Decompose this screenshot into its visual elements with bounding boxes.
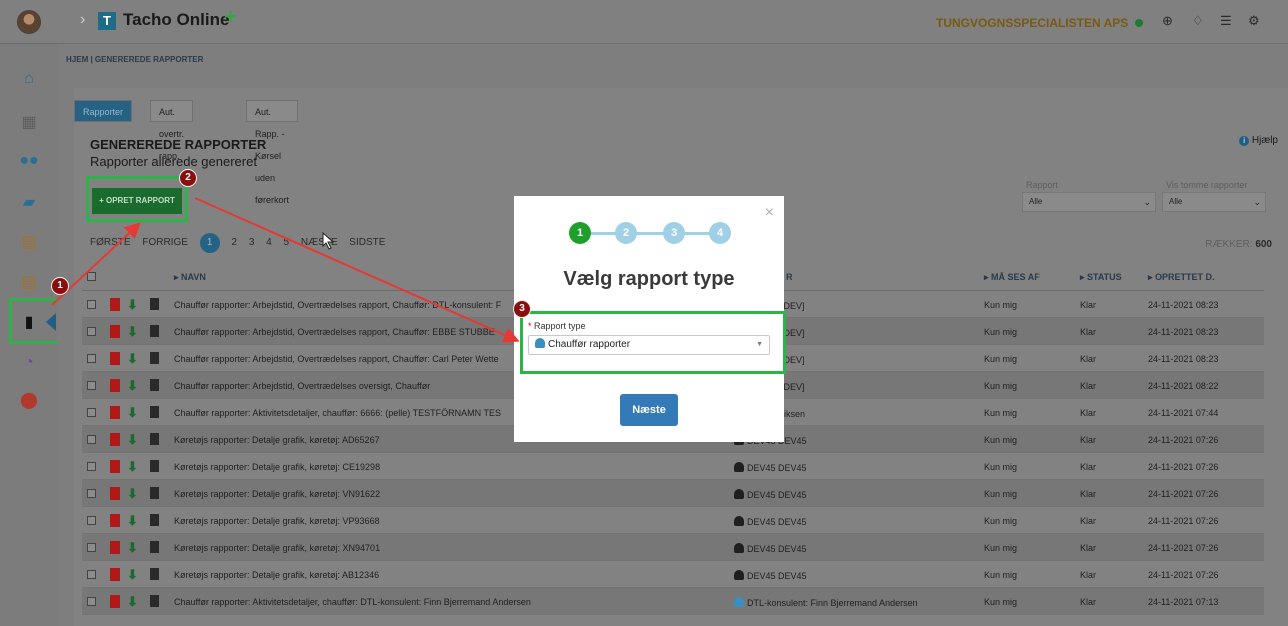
arrow-create-to-field	[194, 197, 520, 343]
step-badge-1: 1	[51, 277, 69, 295]
step-badge-3: 3	[513, 300, 531, 318]
annotation-arrows	[51, 197, 520, 343]
mouse-cursor-icon	[322, 232, 335, 250]
step-badge-2: 2	[179, 169, 197, 187]
